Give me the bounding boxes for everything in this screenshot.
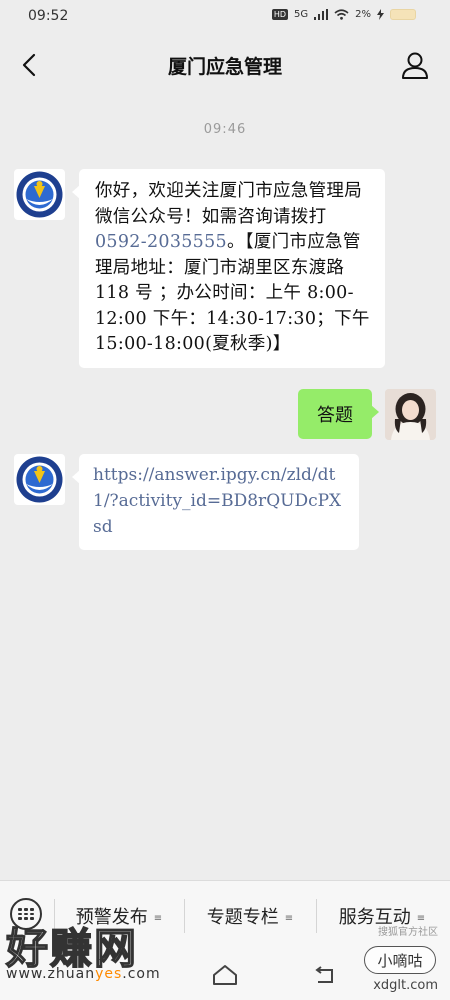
user-photo-icon (385, 389, 436, 440)
account-avatar[interactable] (14, 454, 65, 505)
watermark-badge: 小嘀咕 (364, 946, 436, 974)
watermark-caption: 搜狐官方社区 (378, 927, 438, 938)
battery-icon (390, 9, 416, 20)
phone-link[interactable]: 0592-2035555 (95, 232, 227, 252)
status-indicators: HD 5G 2% (271, 9, 416, 20)
submenu-icon: ≡ (284, 912, 294, 924)
back-nav-button[interactable] (310, 960, 340, 990)
welcome-text: 你好，欢迎关注厦门市应急管理局微信公众号！如需咨询请拨打 (95, 181, 362, 227)
watermark-url: www.zhuanyes.com (6, 966, 161, 982)
network-indicator: 5G (294, 9, 309, 20)
chat-header: 厦门应急管理 (0, 34, 450, 96)
profile-button[interactable] (400, 50, 430, 80)
chat-title: 厦门应急管理 (167, 56, 282, 78)
emergency-logo-icon (16, 456, 63, 503)
hd-icon: HD (271, 9, 288, 20)
menu-item-topics[interactable]: 专题专栏 ≡ (185, 881, 315, 951)
person-icon (402, 52, 428, 79)
answer-link[interactable]: https://answer.ipgy.cn/zld/dt1/?activity… (93, 465, 341, 537)
status-time: 09:52 (28, 8, 69, 24)
home-button[interactable] (210, 960, 240, 990)
menu-item-service[interactable]: 服务互动 ≡ (317, 881, 447, 951)
wifi-icon (334, 9, 349, 20)
charging-icon (377, 9, 384, 20)
message-link: https://answer.ipgy.cn/zld/dt1/?activity… (72, 454, 359, 550)
answer-text: 答题 (317, 405, 353, 426)
battery-percent: 2% (355, 9, 371, 20)
return-icon (315, 966, 333, 983)
submenu-icon: ≡ (153, 912, 163, 924)
signal-icon (314, 9, 329, 20)
menu-item-label: 专题专栏 (206, 907, 279, 928)
watermark-site: xdglt.com (373, 978, 438, 993)
submenu-icon: ≡ (416, 912, 426, 924)
emergency-logo-icon (16, 171, 63, 218)
message-timestamp: 09:46 (203, 122, 247, 137)
account-avatar[interactable] (14, 169, 65, 220)
home-icon (213, 965, 237, 985)
message-answer: 答题 (298, 389, 379, 439)
user-avatar[interactable] (385, 389, 436, 440)
message-welcome: 你好，欢迎关注厦门市应急管理局微信公众号！如需咨询请拨打 0592-203555… (72, 169, 385, 368)
status-bar: 09:52 HD 5G 2% (0, 0, 450, 34)
